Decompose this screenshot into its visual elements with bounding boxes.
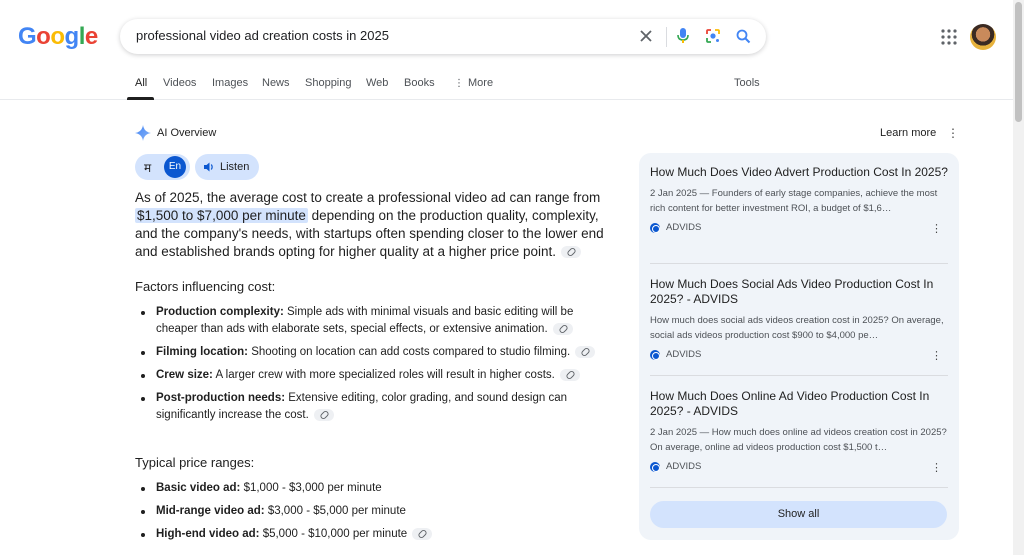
- list-item: Post-production needs: Extensive editing…: [135, 390, 605, 424]
- more-dots-icon: ⋮: [454, 78, 464, 89]
- factor-text: A larger crew with more specialized role…: [212, 369, 555, 381]
- prices-list: Basic video ad: $1,000 - $3,000 per minu…: [135, 480, 605, 549]
- divider: [650, 487, 948, 488]
- microphone-icon[interactable]: [673, 26, 693, 46]
- factor-title: Production complexity:: [156, 306, 284, 318]
- price-value: $1,000 - $3,000 per minute: [240, 482, 382, 494]
- prices-heading: Typical price ranges:: [135, 455, 255, 470]
- search-box[interactable]: professional video ad creation costs in …: [120, 19, 766, 54]
- price-tier: Mid-range video ad:: [156, 505, 265, 517]
- scrollbar-thumb[interactable]: [1015, 2, 1022, 122]
- source-title[interactable]: How Much Does Video Advert Production Co…: [650, 165, 948, 180]
- list-item: Production complexity: Simple ads with m…: [135, 304, 605, 338]
- price-value: $5,000 - $10,000 per minute: [259, 528, 408, 540]
- learn-more-link[interactable]: Learn more: [880, 127, 936, 139]
- show-all-button[interactable]: Show all: [650, 501, 947, 528]
- list-item: Filming location: Shooting on location c…: [135, 344, 605, 361]
- tab-more-label: More: [468, 77, 494, 89]
- list-item: High-end video ad: $5,000 - $10,000 per …: [135, 526, 605, 543]
- lang-english[interactable]: En: [164, 156, 186, 178]
- source-site: ADVIDS ⋮: [650, 222, 948, 236]
- tab-videos[interactable]: Videos: [163, 77, 196, 89]
- tab-all[interactable]: All: [135, 77, 147, 89]
- source-snippet: 2 Jan 2025 — Founders of early stage com…: [650, 188, 938, 214]
- tab-more[interactable]: ⋮ More: [454, 77, 493, 89]
- source-card[interactable]: How Much Does Video Advert Production Co…: [650, 165, 948, 236]
- source-site-name: ADVIDS: [666, 461, 702, 472]
- price-tier: Basic video ad:: [156, 482, 241, 494]
- search-input[interactable]: professional video ad creation costs in …: [136, 28, 389, 43]
- source-link-icon[interactable]: [561, 246, 582, 259]
- active-tab-indicator: [127, 97, 154, 100]
- listen-button[interactable]: Listen: [195, 154, 259, 180]
- sparkle-icon: [135, 125, 151, 141]
- more-options-icon[interactable]: ⋮: [931, 461, 942, 474]
- source-link-icon[interactable]: [313, 408, 334, 421]
- highlighted-price-range: $1,500 to $7,000 per minute: [135, 208, 308, 223]
- tab-books[interactable]: Books: [404, 77, 435, 89]
- site-favicon-icon: [650, 350, 660, 360]
- search-icon[interactable]: [733, 26, 753, 46]
- factor-title: Post-production needs:: [156, 392, 286, 404]
- site-favicon-icon: [650, 462, 660, 472]
- source-link-icon[interactable]: [412, 527, 433, 540]
- search-tabs: All Videos Images News Shopping Web Book…: [0, 70, 1024, 100]
- ai-summary-paragraph: As of 2025, the average cost to create a…: [135, 189, 615, 261]
- divider: [666, 27, 667, 47]
- source-site-name: ADVIDS: [666, 349, 702, 360]
- factors-heading: Factors influencing cost:: [135, 279, 276, 294]
- more-options-icon[interactable]: ⋮: [947, 126, 959, 140]
- tools-button[interactable]: Tools: [734, 77, 760, 89]
- sources-panel: How Much Does Video Advert Production Co…: [639, 153, 959, 540]
- speaker-icon: [204, 162, 213, 172]
- price-value: $3,000 - $5,000 per minute: [264, 505, 406, 517]
- source-link-icon[interactable]: [559, 368, 580, 381]
- source-card[interactable]: How Much Does Social Ads Video Productio…: [650, 277, 948, 363]
- source-title[interactable]: How Much Does Online Ad Video Production…: [650, 389, 948, 419]
- more-options-icon[interactable]: ⋮: [931, 349, 942, 362]
- source-link-icon[interactable]: [552, 322, 573, 335]
- lens-icon[interactable]: [703, 26, 723, 46]
- more-options-icon[interactable]: ⋮: [931, 222, 942, 235]
- tab-shopping[interactable]: Shopping: [305, 77, 352, 89]
- header: Google professional video ad creation co…: [0, 0, 1024, 70]
- tab-images[interactable]: Images: [212, 77, 248, 89]
- source-site: ADVIDS ⋮: [650, 461, 948, 475]
- clear-icon[interactable]: [636, 26, 656, 46]
- price-tier: High-end video ad:: [156, 528, 260, 540]
- avatar[interactable]: [970, 24, 996, 50]
- divider: [650, 263, 948, 264]
- source-card[interactable]: How Much Does Online Ad Video Production…: [650, 389, 948, 475]
- google-logo[interactable]: Google: [18, 23, 98, 51]
- factors-list: Production complexity: Simple ads with m…: [135, 304, 605, 430]
- factor-title: Filming location:: [156, 346, 248, 358]
- factor-text: Shooting on location can add costs compa…: [248, 346, 571, 358]
- tab-web[interactable]: Web: [366, 77, 388, 89]
- source-snippet: 2 Jan 2025 — How much does online ad vid…: [650, 427, 947, 453]
- listen-label: Listen: [220, 161, 250, 173]
- lang-marathi[interactable]: म: [144, 159, 151, 176]
- list-item: Mid-range video ad: $3,000 - $5,000 per …: [135, 503, 605, 520]
- source-snippet: How much does social ads videos creation…: [650, 315, 944, 341]
- factor-title: Crew size:: [156, 369, 213, 381]
- summary-text-start: As of 2025, the average cost to create a…: [135, 190, 601, 205]
- divider: [650, 375, 948, 376]
- ai-overview-title: AI Overview: [157, 127, 217, 139]
- source-title[interactable]: How Much Does Social Ads Video Productio…: [650, 277, 948, 307]
- language-toggle[interactable]: म En: [135, 154, 190, 180]
- list-item: Basic video ad: $1,000 - $3,000 per minu…: [135, 480, 605, 497]
- list-item: Crew size: A larger crew with more speci…: [135, 367, 605, 384]
- tab-news[interactable]: News: [262, 77, 290, 89]
- site-favicon-icon: [650, 223, 660, 233]
- ai-overview-header: AI Overview: [135, 124, 216, 142]
- source-site: ADVIDS ⋮: [650, 349, 948, 363]
- source-link-icon[interactable]: [575, 345, 596, 358]
- source-site-name: ADVIDS: [666, 222, 702, 233]
- apps-grid-icon[interactable]: [941, 29, 957, 45]
